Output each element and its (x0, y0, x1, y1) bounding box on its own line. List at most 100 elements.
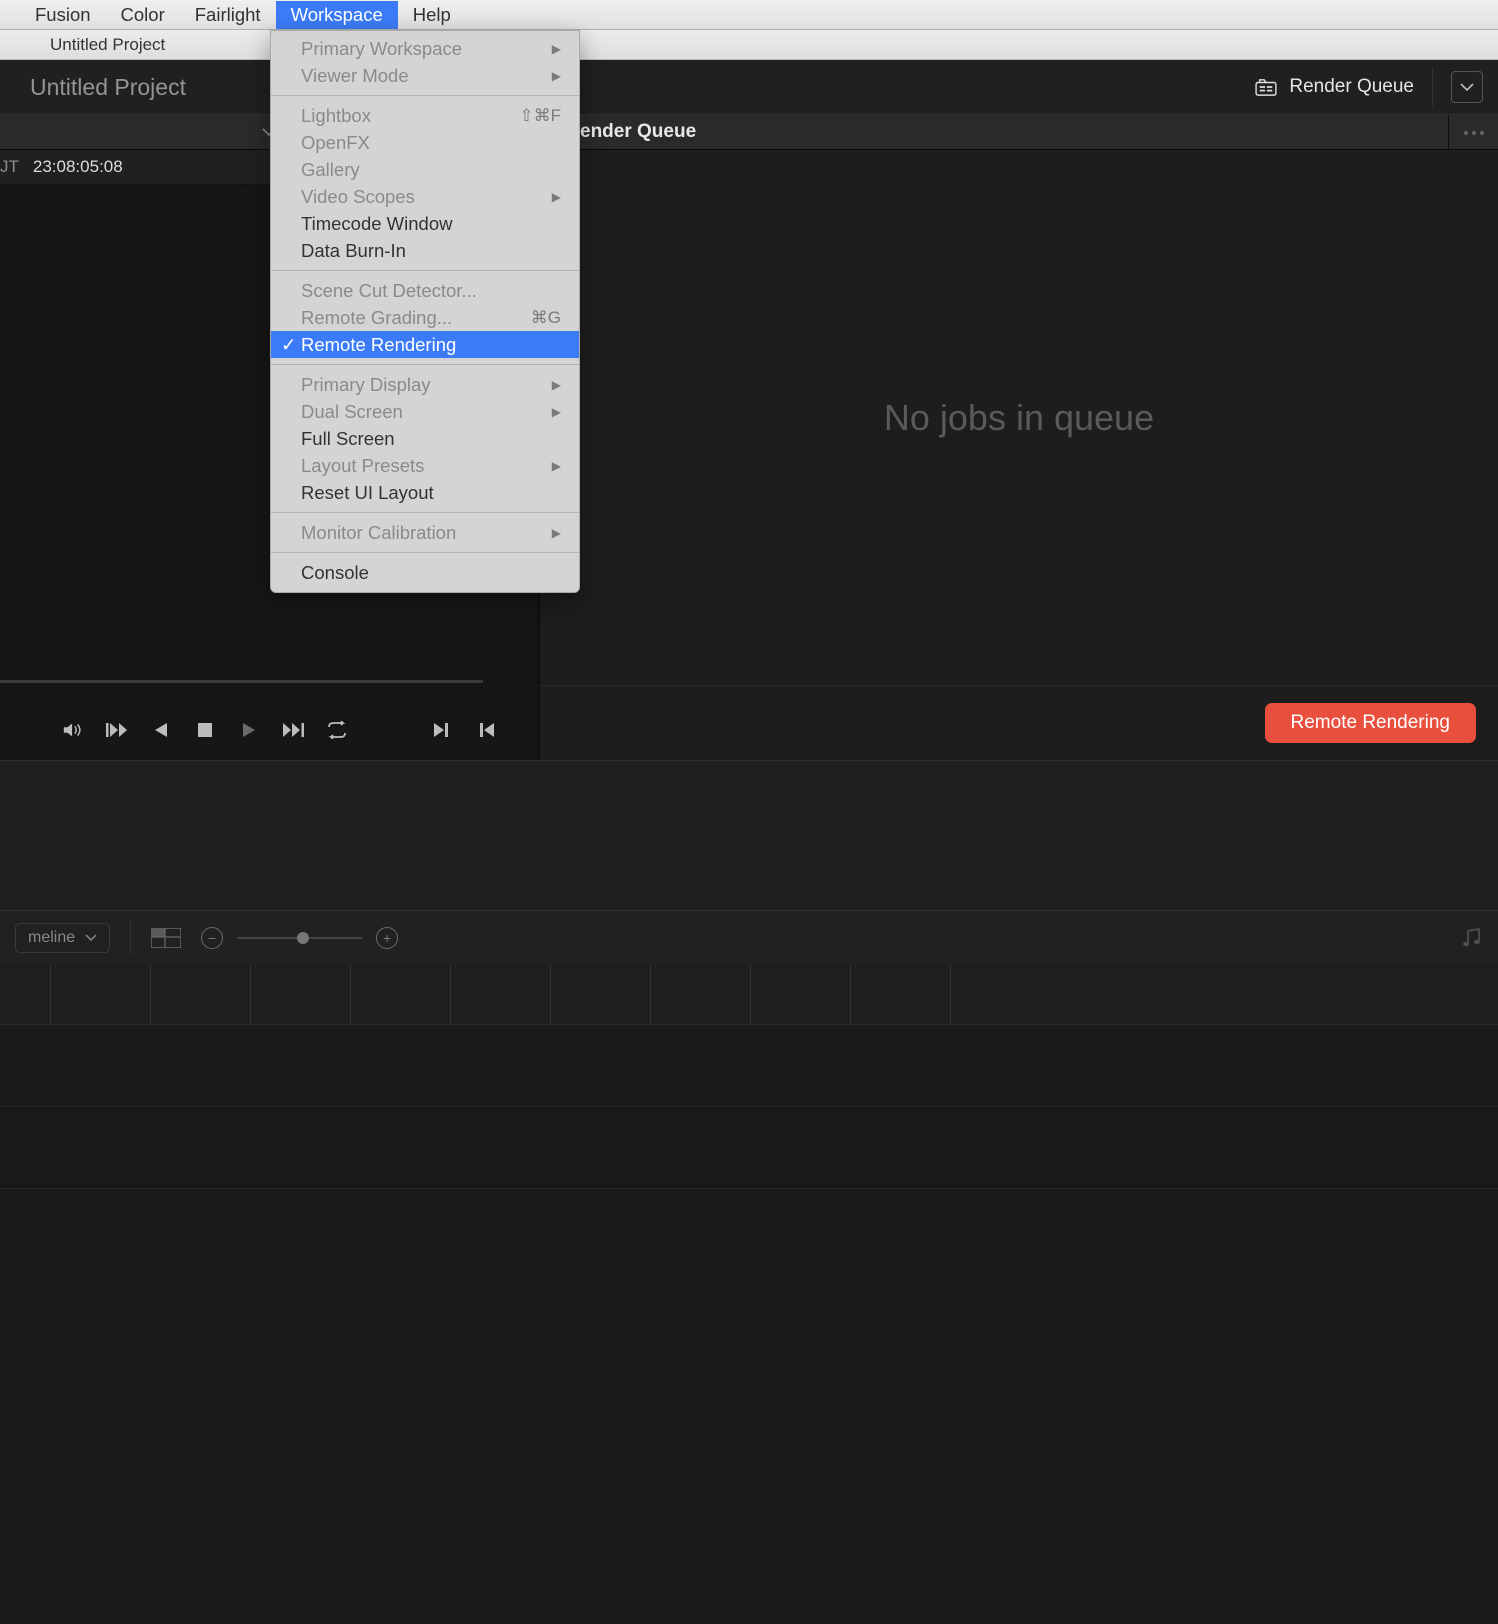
zoom-out-button[interactable]: − (201, 927, 223, 949)
jump-end-icon[interactable] (430, 719, 452, 741)
submenu-arrow-icon: ▶ (552, 526, 561, 540)
stop-icon[interactable] (194, 719, 216, 741)
menu-separator (271, 95, 579, 96)
menu-item-primary-display: Primary Display▶ (271, 371, 579, 398)
submenu-arrow-icon: ▶ (552, 405, 561, 419)
render-queue-footer: Remote Rendering (538, 685, 1498, 760)
menu-item-label: Lightbox (301, 105, 519, 127)
menu-fusion[interactable]: Fusion (20, 1, 106, 29)
render-queue-icon (1255, 78, 1277, 96)
menu-item-monitor-calibration: Monitor Calibration▶ (271, 519, 579, 546)
loop-icon[interactable] (326, 719, 348, 741)
menu-item-remote-grading: Remote Grading...⌘G (271, 304, 579, 331)
volume-icon[interactable] (62, 719, 84, 741)
menu-item-remote-rendering[interactable]: Remote Rendering (271, 331, 579, 358)
menu-fairlight[interactable]: Fairlight (180, 1, 276, 29)
workspace-menu: Primary Workspace▶Viewer Mode▶Lightbox⇧⌘… (270, 30, 580, 593)
timecode-value: 23:08:05:08 (33, 157, 123, 177)
audio-icon[interactable] (1461, 927, 1483, 949)
menu-item-label: Remote Rendering (301, 334, 561, 356)
menu-item-dual-screen: Dual Screen▶ (271, 398, 579, 425)
menu-item-label: Scene Cut Detector... (301, 280, 561, 302)
track-row[interactable] (0, 1025, 1498, 1107)
menu-shortcut: ⇧⌘F (519, 106, 561, 126)
zoom-in-button[interactable]: + (376, 927, 398, 949)
zoom-control: − + (201, 927, 398, 949)
play-icon[interactable] (238, 719, 260, 741)
timeline-view-icon[interactable] (151, 928, 181, 948)
menu-item-timecode-window[interactable]: Timecode Window (271, 210, 579, 237)
menu-item-scene-cut-detector: Scene Cut Detector... (271, 277, 579, 304)
menu-item-openfx: OpenFX (271, 129, 579, 156)
submenu-arrow-icon: ▶ (552, 459, 561, 473)
menu-item-gallery: Gallery (271, 156, 579, 183)
timecode-label: JT (0, 157, 21, 177)
menu-separator (271, 552, 579, 553)
menu-item-full-screen[interactable]: Full Screen (271, 425, 579, 452)
submenu-arrow-icon: ▶ (552, 69, 561, 83)
window-titlebar: Untitled Project (0, 30, 1498, 60)
menu-item-label: Data Burn-In (301, 240, 561, 262)
menu-help[interactable]: Help (398, 1, 466, 29)
track-row[interactable] (0, 1107, 1498, 1189)
menu-item-label: Console (301, 562, 561, 584)
header-dropdown-button[interactable] (1451, 71, 1483, 103)
menu-item-console[interactable]: Console (271, 559, 579, 586)
menu-item-label: Dual Screen (301, 401, 552, 423)
menu-item-layout-presets: Layout Presets▶ (271, 452, 579, 479)
play-reverse-icon[interactable] (150, 719, 172, 741)
menu-item-primary-workspace: Primary Workspace▶ (271, 35, 579, 62)
menu-item-label: Timecode Window (301, 213, 561, 235)
menu-item-label: Viewer Mode (301, 65, 552, 87)
render-queue-label: Render Queue (1289, 76, 1414, 98)
prev-clip-icon[interactable] (106, 719, 128, 741)
menubar: Fusion Color Fairlight Workspace Help (0, 0, 1498, 30)
menu-item-reset-ui-layout[interactable]: Reset UI Layout (271, 479, 579, 506)
menu-item-label: Video Scopes (301, 186, 552, 208)
project-name: Untitled Project (30, 74, 186, 101)
timeline-selector[interactable]: meline (15, 923, 110, 953)
timeline-ruler[interactable] (0, 965, 1498, 1025)
render-queue-body: No jobs in queue (538, 150, 1498, 685)
render-queue-toggle[interactable]: Render Queue (1255, 76, 1414, 98)
menu-color[interactable]: Color (106, 1, 180, 29)
menu-item-lightbox: Lightbox⇧⌘F (271, 102, 579, 129)
menu-item-viewer-mode: Viewer Mode▶ (271, 62, 579, 89)
menu-item-data-burn-in[interactable]: Data Burn-In (271, 237, 579, 264)
zoom-slider[interactable] (237, 937, 362, 939)
menu-item-label: Monitor Calibration (301, 522, 552, 544)
menu-item-label: Primary Display (301, 374, 552, 396)
timeline-toolbar: meline − + (0, 910, 1498, 965)
next-clip-icon[interactable] (282, 719, 304, 741)
submenu-arrow-icon: ▶ (552, 42, 561, 56)
render-queue-options-button[interactable] (1448, 115, 1498, 150)
timeline-tracks[interactable] (0, 965, 1498, 1624)
window-title: Untitled Project (50, 35, 165, 55)
menu-item-video-scopes: Video Scopes▶ (271, 183, 579, 210)
menu-item-label: Gallery (301, 159, 561, 181)
lower-panel (0, 760, 1498, 910)
menu-workspace[interactable]: Workspace (276, 1, 398, 29)
jump-start-icon[interactable] (476, 719, 498, 741)
menu-shortcut: ⌘G (531, 308, 561, 328)
render-queue-header-label: ender Queue (580, 121, 696, 143)
render-queue-empty-text: No jobs in queue (884, 397, 1154, 439)
menu-item-label: Primary Workspace (301, 38, 552, 60)
menu-item-label: Layout Presets (301, 455, 552, 477)
app-header: Untitled Project Render Queue (0, 60, 1498, 115)
menu-item-label: Remote Grading... (301, 307, 531, 329)
menu-item-label: OpenFX (301, 132, 561, 154)
submenu-arrow-icon: ▶ (552, 190, 561, 204)
viewer-scrubber[interactable] (0, 680, 483, 683)
menu-separator (271, 512, 579, 513)
chevron-down-icon (85, 934, 97, 942)
menu-item-label: Full Screen (301, 428, 561, 450)
submenu-arrow-icon: ▶ (552, 378, 561, 392)
transport-controls (0, 700, 538, 760)
menu-separator (271, 270, 579, 271)
menu-item-label: Reset UI Layout (301, 482, 561, 504)
timeline-selector-label: meline (28, 929, 75, 947)
remote-rendering-button[interactable]: Remote Rendering (1265, 703, 1476, 743)
render-queue-header: ender Queue (538, 115, 1498, 150)
menu-separator (271, 364, 579, 365)
